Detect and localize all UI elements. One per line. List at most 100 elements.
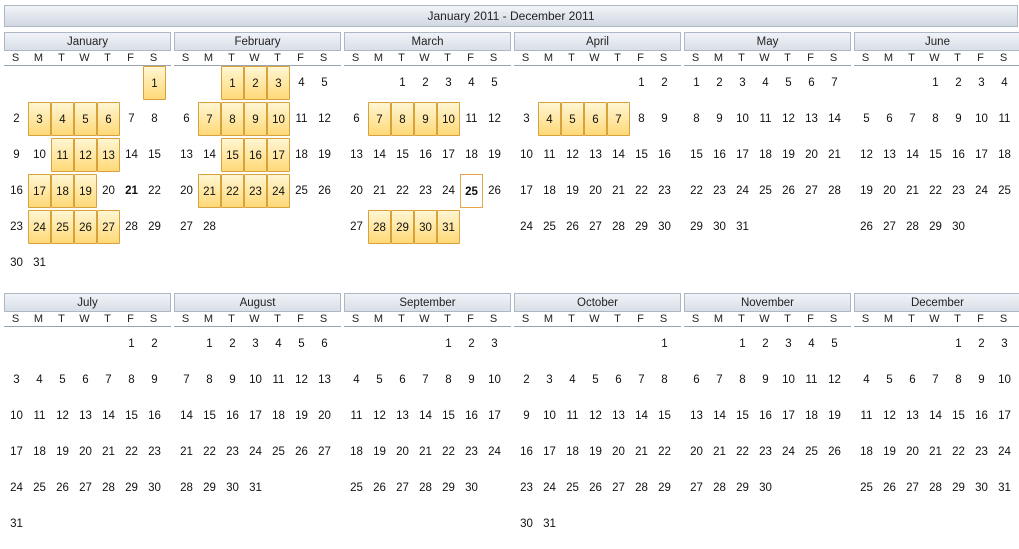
day-cell[interactable]: 5 (51, 362, 74, 398)
day-cell[interactable]: 6 (878, 101, 901, 137)
day-cell[interactable]: 3 (515, 101, 538, 137)
day-cell[interactable]: 5 (368, 362, 391, 398)
day-cell[interactable]: 8 (198, 362, 221, 398)
day-cell[interactable]: 13 (584, 137, 607, 173)
day-cell[interactable]: 6 (685, 362, 708, 398)
day-cell[interactable]: 7 (97, 362, 120, 398)
day-cell[interactable]: 10 (28, 137, 51, 173)
day-cell[interactable]: 18 (538, 173, 561, 209)
day-cell[interactable]: 23 (221, 434, 244, 470)
day-cell[interactable]: 31 (538, 506, 561, 542)
day-cell[interactable]: 16 (970, 398, 993, 434)
day-cell[interactable]: 4 (993, 65, 1016, 101)
day-cell[interactable]: 22 (143, 173, 166, 209)
day-cell[interactable]: 14 (708, 398, 731, 434)
day-cell[interactable]: 19 (483, 137, 506, 173)
day-cell[interactable]: 27 (878, 209, 901, 245)
day-cell[interactable]: 4 (267, 326, 290, 362)
day-cell[interactable]: 24 (993, 434, 1016, 470)
day-cell[interactable]: 1 (653, 326, 676, 362)
day-cell[interactable]: 18 (855, 434, 878, 470)
day-cell[interactable]: 11 (561, 398, 584, 434)
day-cell[interactable]: 4 (290, 65, 313, 101)
day-cell[interactable]: 23 (653, 173, 676, 209)
day-cell[interactable]: 8 (391, 102, 414, 136)
day-cell[interactable]: 18 (345, 434, 368, 470)
day-cell[interactable]: 23 (414, 173, 437, 209)
day-cell[interactable]: 5 (74, 102, 97, 136)
day-cell[interactable]: 15 (391, 137, 414, 173)
day-cell[interactable]: 13 (685, 398, 708, 434)
day-cell[interactable]: 31 (731, 209, 754, 245)
day-cell[interactable]: 18 (267, 398, 290, 434)
day-cell[interactable]: 26 (823, 434, 846, 470)
day-cell[interactable]: 20 (74, 434, 97, 470)
day-cell[interactable]: 6 (901, 362, 924, 398)
day-cell[interactable]: 29 (120, 470, 143, 506)
day-cell[interactable]: 2 (653, 65, 676, 101)
day-cell[interactable]: 18 (290, 137, 313, 173)
day-cell[interactable]: 17 (244, 398, 267, 434)
day-cell[interactable]: 18 (460, 137, 483, 173)
day-cell[interactable]: 12 (561, 137, 584, 173)
day-cell[interactable]: 30 (515, 506, 538, 542)
day-cell[interactable]: 7 (708, 362, 731, 398)
day-cell[interactable]: 16 (244, 138, 267, 172)
day-cell[interactable]: 10 (5, 398, 28, 434)
day-cell[interactable]: 25 (800, 434, 823, 470)
day-cell[interactable]: 19 (74, 174, 97, 208)
day-cell[interactable]: 4 (800, 326, 823, 362)
day-cell[interactable]: 22 (685, 173, 708, 209)
day-cell[interactable]: 19 (878, 434, 901, 470)
day-cell[interactable]: 26 (777, 173, 800, 209)
day-cell[interactable]: 18 (28, 434, 51, 470)
day-cell[interactable]: 30 (947, 209, 970, 245)
day-cell[interactable]: 14 (198, 137, 221, 173)
day-cell[interactable]: 7 (414, 362, 437, 398)
day-cell[interactable]: 6 (584, 102, 607, 136)
day-cell[interactable]: 6 (313, 326, 336, 362)
day-cell[interactable]: 30 (460, 470, 483, 506)
day-cell[interactable]: 10 (483, 362, 506, 398)
month-header[interactable]: January (4, 32, 171, 51)
day-cell[interactable]: 17 (437, 137, 460, 173)
day-cell[interactable]: 8 (630, 101, 653, 137)
day-cell[interactable]: 8 (221, 102, 244, 136)
day-cell[interactable]: 21 (901, 173, 924, 209)
day-cell[interactable]: 24 (538, 470, 561, 506)
day-cell[interactable]: 20 (313, 398, 336, 434)
day-cell[interactable]: 11 (51, 138, 74, 172)
day-cell[interactable]: 12 (855, 137, 878, 173)
month-header[interactable]: October (514, 293, 681, 312)
day-cell[interactable]: 12 (823, 362, 846, 398)
day-cell[interactable]: 21 (97, 434, 120, 470)
day-cell[interactable]: 29 (198, 470, 221, 506)
day-cell[interactable]: 13 (97, 138, 120, 172)
day-cell[interactable]: 20 (901, 434, 924, 470)
day-cell[interactable]: 12 (51, 398, 74, 434)
day-cell[interactable]: 4 (754, 65, 777, 101)
day-cell[interactable]: 20 (685, 434, 708, 470)
day-cell[interactable]: 20 (607, 434, 630, 470)
day-cell[interactable]: 26 (561, 209, 584, 245)
day-cell[interactable]: 24 (483, 434, 506, 470)
day-cell[interactable]: 19 (313, 137, 336, 173)
day-cell[interactable]: 24 (731, 173, 754, 209)
day-cell[interactable]: 25 (561, 470, 584, 506)
day-cell[interactable]: 24 (777, 434, 800, 470)
day-cell[interactable]: 21 (120, 173, 143, 209)
day-cell[interactable]: 25 (754, 173, 777, 209)
day-cell[interactable]: 10 (244, 362, 267, 398)
day-cell[interactable]: 22 (947, 434, 970, 470)
day-cell[interactable]: 5 (584, 362, 607, 398)
day-cell[interactable]: 12 (777, 101, 800, 137)
day-cell[interactable]: 6 (97, 102, 120, 136)
day-cell[interactable]: 27 (97, 210, 120, 244)
day-cell[interactable]: 1 (391, 65, 414, 101)
day-cell[interactable]: 14 (607, 137, 630, 173)
day-cell[interactable]: 2 (708, 65, 731, 101)
day-cell[interactable]: 17 (28, 174, 51, 208)
day-cell[interactable]: 13 (74, 398, 97, 434)
day-cell[interactable]: 11 (460, 101, 483, 137)
day-cell[interactable]: 12 (368, 398, 391, 434)
